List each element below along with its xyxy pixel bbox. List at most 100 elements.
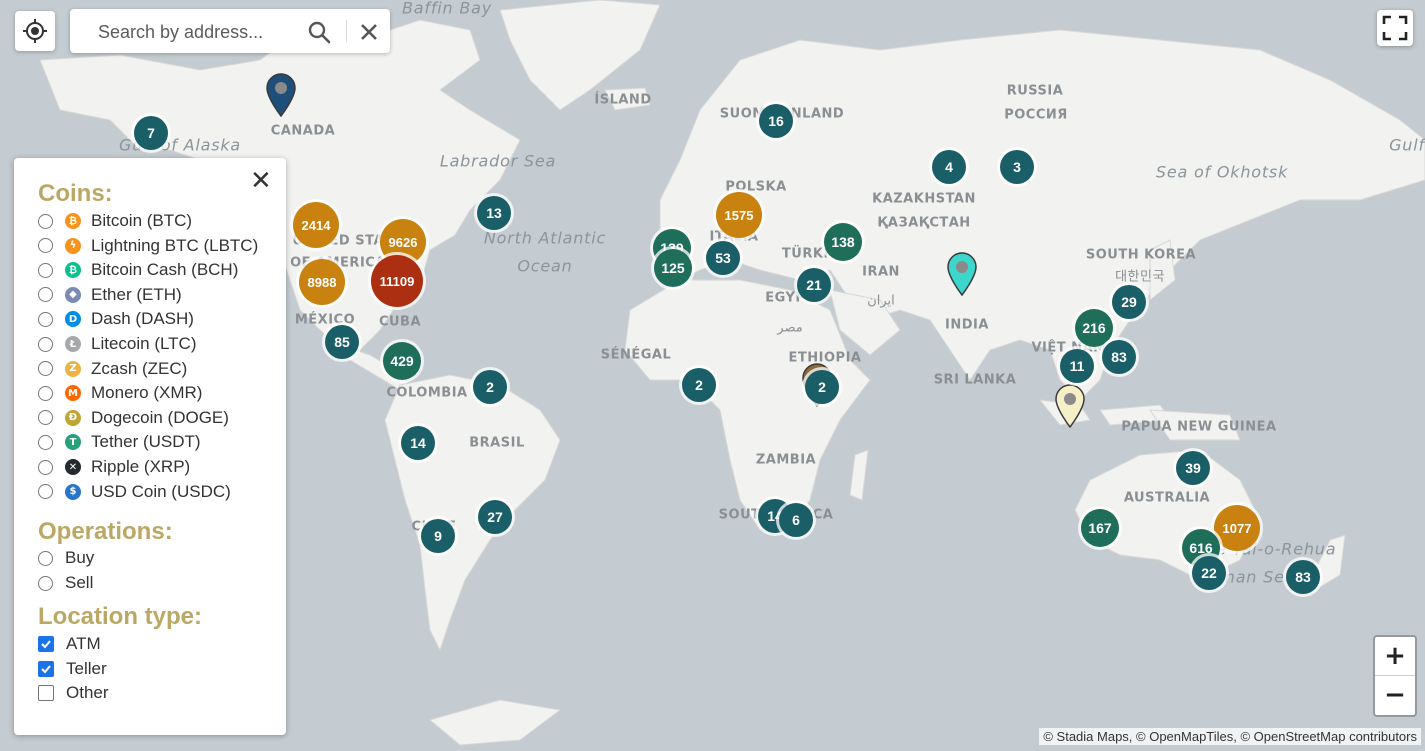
coin-radio[interactable] bbox=[38, 385, 53, 401]
atm-cluster-marker[interactable]: 2414 bbox=[293, 202, 339, 248]
atm-cluster-marker[interactable]: 11109 bbox=[371, 255, 423, 307]
location-type-option[interactable]: ATM bbox=[38, 632, 101, 656]
location-type-checkbox[interactable] bbox=[38, 660, 54, 677]
coin-label: Bitcoin (BTC) bbox=[91, 211, 193, 230]
water-label: Baffin Bay bbox=[402, 0, 492, 18]
location-type-option[interactable]: Other bbox=[38, 681, 109, 705]
country-label: PAPUA NEW GUINEA bbox=[1121, 419, 1277, 435]
atm-cluster-marker[interactable]: 9 bbox=[421, 519, 455, 553]
coin-option[interactable]: M Monero (XMR) bbox=[38, 381, 202, 405]
atm-cluster-marker[interactable]: 2 bbox=[473, 370, 507, 404]
water-label: Sea of Okhotsk bbox=[1155, 162, 1289, 182]
country-label: AUSTRALIA bbox=[1123, 490, 1211, 506]
atm-cluster-marker[interactable]: 138 bbox=[824, 223, 862, 261]
atm-cluster-marker[interactable]: 216 bbox=[1075, 309, 1113, 347]
operation-option[interactable]: Sell bbox=[38, 571, 93, 595]
atm-cluster-marker[interactable]: 39 bbox=[1176, 451, 1210, 485]
atm-cluster-marker[interactable]: 4 bbox=[932, 150, 966, 184]
coin-option[interactable]: ₿ Bitcoin Cash (BCH) bbox=[38, 258, 238, 282]
operations-heading: Operations: bbox=[38, 518, 173, 545]
coin-radio[interactable] bbox=[38, 459, 53, 475]
coin-option[interactable]: ✕ Ripple (XRP) bbox=[38, 455, 190, 479]
zoom-out-button[interactable]: − bbox=[1375, 675, 1415, 714]
atm-cluster-marker[interactable]: 1077 bbox=[1214, 505, 1260, 551]
cluster-count: 16 bbox=[768, 113, 784, 129]
operation-radio[interactable] bbox=[38, 575, 53, 591]
operation-option[interactable]: Buy bbox=[38, 546, 94, 570]
coin-radio[interactable] bbox=[38, 262, 53, 278]
cluster-count: 85 bbox=[334, 334, 350, 350]
atm-cluster-marker[interactable]: 85 bbox=[325, 325, 359, 359]
atm-cluster-marker[interactable]: 8988 bbox=[299, 259, 345, 305]
close-icon bbox=[361, 24, 377, 40]
cluster-count: 3 bbox=[1013, 159, 1021, 175]
coin-option[interactable]: Z Zcash (ZEC) bbox=[38, 357, 187, 381]
coin-radio[interactable] bbox=[38, 336, 53, 352]
coin-option[interactable]: $ USD Coin (USDC) bbox=[38, 480, 231, 504]
atm-cluster-marker[interactable]: 14 bbox=[401, 426, 435, 460]
coin-icon: M bbox=[65, 385, 81, 402]
cluster-count: 22 bbox=[1201, 565, 1217, 581]
location-type-option[interactable]: Teller bbox=[38, 657, 107, 681]
close-filters-button[interactable]: ✕ bbox=[250, 168, 272, 194]
atm-cluster-marker[interactable]: 53 bbox=[706, 241, 740, 275]
coin-radio[interactable] bbox=[38, 434, 53, 450]
coin-radio[interactable] bbox=[38, 311, 53, 327]
atm-cluster-marker[interactable]: 2 bbox=[805, 370, 839, 404]
cluster-count: 616 bbox=[1189, 540, 1213, 556]
coin-radio[interactable] bbox=[38, 410, 53, 426]
location-type-checkbox[interactable] bbox=[38, 636, 54, 652]
bank-pin-icon[interactable] bbox=[265, 73, 297, 122]
operation-radio[interactable] bbox=[38, 550, 53, 566]
coin-option[interactable]: ₿ Bitcoin (BTC) bbox=[38, 209, 192, 233]
atm-cluster-marker[interactable]: 3 bbox=[1000, 150, 1034, 184]
coin-icon: ◆ bbox=[65, 286, 81, 303]
coin-radio[interactable] bbox=[38, 287, 53, 303]
coin-option[interactable]: Ł Litecoin (LTC) bbox=[38, 332, 197, 356]
search-box bbox=[70, 9, 390, 53]
atm-cluster-marker[interactable]: 83 bbox=[1102, 340, 1136, 374]
atm-cluster-marker[interactable]: 16 bbox=[759, 104, 793, 138]
coin-option[interactable]: ϟ Lightning BTC (LBTC) bbox=[38, 234, 258, 258]
atm-cluster-marker[interactable]: 6 bbox=[779, 503, 813, 537]
atm-cluster-marker[interactable]: 11 bbox=[1060, 349, 1094, 383]
coin-icon: D bbox=[65, 311, 81, 328]
search-button[interactable] bbox=[307, 20, 331, 44]
address-search-input[interactable] bbox=[96, 17, 300, 47]
location-pin-icon[interactable] bbox=[946, 252, 978, 301]
atm-cluster-marker[interactable]: 83 bbox=[1286, 560, 1320, 594]
location-type-checkbox[interactable] bbox=[38, 685, 54, 702]
fullscreen-button[interactable] bbox=[1377, 10, 1413, 46]
coin-radio[interactable] bbox=[38, 484, 53, 500]
location-pin-icon[interactable] bbox=[1054, 384, 1086, 433]
coin-icon: ✕ bbox=[65, 459, 81, 475]
zoom-in-button[interactable]: + bbox=[1375, 637, 1415, 675]
coin-option[interactable]: ◆ Ether (ETH) bbox=[38, 283, 182, 307]
atm-cluster-marker[interactable]: 125 bbox=[654, 249, 692, 287]
atm-cluster-marker[interactable]: 2 bbox=[682, 368, 716, 402]
coin-option[interactable]: Ð Dogecoin (DOGE) bbox=[38, 406, 229, 430]
atm-cluster-marker[interactable]: 13 bbox=[477, 196, 511, 230]
coin-option[interactable]: D Dash (DASH) bbox=[38, 307, 194, 331]
atm-cluster-marker[interactable]: 429 bbox=[383, 342, 421, 380]
coin-radio[interactable] bbox=[38, 213, 53, 229]
search-icon bbox=[308, 21, 331, 44]
coin-icon: $ bbox=[65, 483, 81, 500]
coin-icon: T bbox=[65, 434, 81, 451]
atm-cluster-marker[interactable]: 22 bbox=[1192, 556, 1226, 590]
atm-cluster-marker[interactable]: 167 bbox=[1081, 509, 1119, 547]
atm-cluster-marker[interactable]: 21 bbox=[797, 268, 831, 302]
atm-cluster-marker[interactable]: 7 bbox=[134, 116, 168, 150]
cluster-count: 2 bbox=[486, 379, 494, 395]
coin-radio[interactable] bbox=[38, 361, 53, 377]
locate-me-button[interactable] bbox=[15, 11, 55, 51]
atm-cluster-marker[interactable]: 1575 bbox=[716, 192, 762, 238]
coin-option[interactable]: T Tether (USDT) bbox=[38, 430, 201, 454]
country-label: مصر bbox=[777, 320, 803, 336]
checkmark-icon bbox=[41, 664, 51, 674]
coin-radio[interactable] bbox=[38, 238, 53, 254]
atm-cluster-marker[interactable]: 29 bbox=[1112, 285, 1146, 319]
clear-search-button[interactable] bbox=[358, 21, 380, 43]
atm-cluster-marker[interactable]: 27 bbox=[478, 500, 512, 534]
operation-label: Sell bbox=[65, 573, 94, 592]
